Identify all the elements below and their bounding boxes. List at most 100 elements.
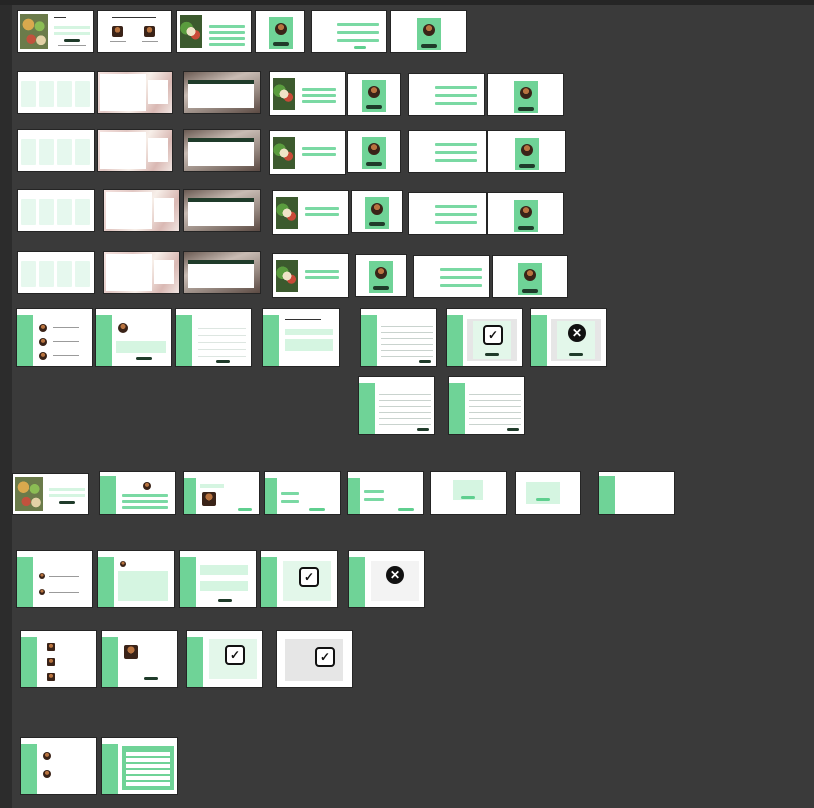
frame-my-appointments[interactable]: [21, 631, 96, 687]
calendar-grid[interactable]: [198, 323, 246, 357]
upload-field[interactable]: [200, 484, 224, 488]
frame-sign-up-form[interactable]: [177, 11, 251, 52]
frame-confirm-dialog[interactable]: [431, 472, 506, 514]
field-2[interactable]: [281, 500, 299, 503]
frame-professional-profile[interactable]: [96, 309, 171, 366]
field-3[interactable]: [122, 506, 168, 509]
field-1[interactable]: [302, 147, 336, 150]
save-button[interactable]: [398, 508, 414, 511]
frame-select-plan-5[interactable]: [18, 252, 94, 293]
frame-food-plan-2[interactable]: [359, 377, 434, 434]
plan-4[interactable]: [75, 81, 90, 107]
submit-button[interactable]: [218, 599, 232, 602]
plan-4[interactable]: [75, 199, 90, 225]
frame-professional-reviews-2[interactable]: [98, 551, 174, 607]
frame-select-plan-3[interactable]: [18, 130, 94, 171]
plan-2[interactable]: [39, 81, 54, 107]
field-2[interactable]: [435, 94, 477, 97]
frame-login[interactable]: [18, 11, 93, 52]
plan-2[interactable]: [39, 139, 54, 165]
field-2[interactable]: [435, 213, 477, 216]
submit-button[interactable]: [354, 46, 366, 49]
frame-book-appointment[interactable]: [263, 309, 339, 366]
frame-blank-dashboard[interactable]: [599, 472, 674, 514]
field-1[interactable]: [364, 490, 384, 493]
field-3[interactable]: [209, 37, 245, 40]
confirm-button[interactable]: [518, 107, 534, 111]
rating-field[interactable]: [200, 581, 248, 591]
frame-payment-4[interactable]: [184, 190, 260, 231]
frame-payment-5[interactable]: [184, 252, 260, 293]
field-2[interactable]: [364, 498, 384, 501]
password-field[interactable]: [49, 494, 85, 497]
frame-food-management[interactable]: [102, 738, 177, 794]
password-field[interactable]: [54, 32, 90, 35]
save-button[interactable]: [309, 508, 325, 511]
frame-my-clients[interactable]: [21, 738, 96, 794]
frame-appointment-success-2[interactable]: ✓: [277, 631, 352, 687]
confirm-button[interactable]: [522, 289, 538, 293]
field-1[interactable]: [305, 207, 339, 210]
field-1[interactable]: [305, 270, 339, 273]
field-2[interactable]: [435, 151, 477, 154]
frame-profile[interactable]: [100, 472, 175, 514]
field-3[interactable]: [435, 102, 477, 105]
plan-2[interactable]: [39, 261, 54, 287]
plan-2[interactable]: [39, 199, 54, 225]
frame-profile-card-2[interactable]: [348, 74, 400, 115]
plan-1[interactable]: [21, 81, 36, 107]
field-3[interactable]: [302, 100, 336, 103]
field-2[interactable]: [337, 31, 379, 34]
frame-confirmation-4[interactable]: [488, 193, 563, 234]
review-textarea[interactable]: [200, 565, 248, 575]
ok-button[interactable]: [461, 496, 475, 499]
field-1[interactable]: [440, 268, 482, 271]
frame-profile-card-5[interactable]: [356, 255, 406, 296]
continue-button[interactable]: [369, 222, 385, 226]
email-field[interactable]: [49, 488, 85, 491]
frame-nutritionist-list[interactable]: [17, 309, 92, 366]
frame-sign-up-form-5[interactable]: [273, 254, 348, 297]
continue-button[interactable]: [373, 286, 389, 290]
frame-payment[interactable]: [184, 72, 260, 113]
field-2[interactable]: [302, 94, 336, 97]
frame-login-2[interactable]: [13, 474, 88, 514]
field-1[interactable]: [435, 205, 477, 208]
field-2[interactable]: [209, 31, 245, 34]
frame-review-error[interactable]: ✕: [349, 551, 424, 607]
save-button[interactable]: [507, 428, 519, 431]
frame-appointment-details[interactable]: [312, 11, 386, 52]
plan-3[interactable]: [57, 81, 72, 107]
action-button[interactable]: [144, 677, 158, 680]
frame-appointment-form-4[interactable]: [104, 190, 179, 231]
field-1[interactable]: [435, 143, 477, 146]
frame-new-review[interactable]: [180, 551, 256, 607]
frame-food-plan[interactable]: [361, 309, 436, 366]
field-2[interactable]: [122, 500, 168, 503]
frame-profile-card[interactable]: [256, 11, 304, 52]
field-1[interactable]: [285, 329, 333, 335]
field-4[interactable]: [209, 43, 245, 46]
frame-select-plan[interactable]: [18, 72, 94, 113]
frame-sign-up-form-4[interactable]: [273, 191, 348, 234]
field-1[interactable]: [302, 88, 336, 91]
frame-sign-up-form-2[interactable]: [270, 72, 345, 115]
frame-appointment-detail[interactable]: [102, 631, 177, 687]
confirm-button[interactable]: [216, 360, 230, 363]
frame-appointment-form-5[interactable]: [104, 252, 179, 293]
plan-1[interactable]: [21, 261, 36, 287]
frame-profile-card-4[interactable]: [352, 191, 402, 232]
frame-appointment-details-3[interactable]: [409, 131, 486, 172]
frame-confirmation-profile[interactable]: [391, 11, 466, 52]
frame-change-photo[interactable]: [184, 472, 259, 514]
field-1[interactable]: [281, 492, 299, 495]
plan-3[interactable]: [57, 139, 72, 165]
frame-select-plan-4[interactable]: [18, 190, 94, 231]
book-button[interactable]: [136, 357, 152, 360]
frame-appointment-form[interactable]: [98, 72, 172, 113]
field-3[interactable]: [435, 159, 477, 162]
plan-3[interactable]: [57, 199, 72, 225]
save-button[interactable]: [419, 360, 431, 363]
ok-button[interactable]: [536, 498, 550, 501]
continue-button[interactable]: [366, 105, 382, 109]
